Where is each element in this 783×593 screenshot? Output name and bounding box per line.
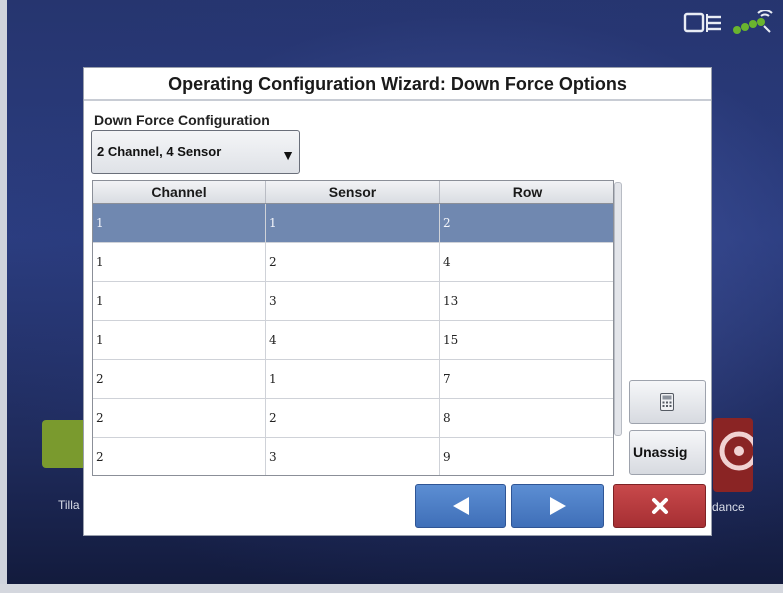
column-header-row[interactable]: Row: [439, 181, 613, 204]
cell-channel: 2: [93, 359, 266, 399]
cell-row: 8: [439, 398, 613, 438]
cell-row: 4: [439, 242, 613, 282]
cell-sensor: 2: [265, 398, 440, 438]
cell-sensor: 2: [265, 242, 440, 282]
unassign-button[interactable]: Unassig: [629, 430, 706, 475]
guidance-tile[interactable]: [713, 418, 759, 492]
table-row[interactable]: 2 1 7: [93, 359, 613, 399]
cell-sensor: 1: [265, 203, 440, 243]
dropdown-value: 2 Channel, 4 Sensor: [97, 144, 222, 159]
display-device-icon[interactable]: [683, 11, 725, 35]
cell-channel: 2: [93, 398, 266, 438]
down-force-config-dropdown[interactable]: 2 Channel, 4 Sensor ▼: [91, 130, 300, 174]
table-scrollbar[interactable]: [614, 182, 622, 436]
table-row[interactable]: 2 2 8: [93, 398, 613, 438]
wizard-dialog: Operating Configuration Wizard: Down For…: [83, 67, 712, 536]
guidance-tile-label: dance: [712, 500, 745, 514]
tillage-tile-label: Tilla: [58, 498, 80, 512]
calculator-icon: [660, 393, 674, 411]
cell-sensor: 3: [265, 437, 440, 475]
cell-channel: 1: [93, 281, 266, 321]
cell-row: 7: [439, 359, 613, 399]
unassign-label: Unassig: [633, 444, 688, 460]
table-row[interactable]: 2 3 9: [93, 437, 613, 475]
cancel-button[interactable]: [613, 484, 706, 528]
cell-channel: 1: [93, 203, 266, 243]
cell-channel: 1: [93, 242, 266, 282]
screen-frame-left: [0, 0, 7, 593]
cell-sensor: 4: [265, 320, 440, 360]
cell-channel: 1: [93, 320, 266, 360]
cell-channel: 2: [93, 437, 266, 475]
right-arrow-icon: [549, 497, 566, 515]
column-header-sensor[interactable]: Sensor: [265, 181, 440, 204]
steering-wheel-icon: [719, 431, 759, 471]
cell-row: 2: [439, 203, 613, 243]
gps-signal-icon[interactable]: [731, 10, 775, 36]
calculator-button[interactable]: [629, 380, 706, 424]
previous-button[interactable]: [415, 484, 506, 528]
close-icon: [651, 498, 668, 514]
left-arrow-icon: [452, 497, 469, 515]
cell-row: 15: [439, 320, 613, 360]
dropdown-arrow-icon: ▼: [281, 147, 295, 163]
next-button[interactable]: [511, 484, 604, 528]
down-force-config-label: Down Force Configuration: [94, 112, 270, 128]
dialog-title: Operating Configuration Wizard: Down For…: [84, 68, 711, 101]
table-row[interactable]: 1 3 13: [93, 281, 613, 321]
column-header-channel[interactable]: Channel: [93, 181, 266, 204]
cell-row: 9: [439, 437, 613, 475]
sensor-table: Channel Sensor Row 1 1 2 1 2 4 1 3 13 1 …: [92, 180, 614, 476]
status-bar: [683, 10, 775, 36]
table-row[interactable]: 1 1 2: [93, 203, 613, 243]
table-row[interactable]: 1 2 4: [93, 242, 613, 282]
cell-sensor: 3: [265, 281, 440, 321]
screen-frame-bottom: [0, 584, 783, 593]
cell-row: 13: [439, 281, 613, 321]
table-row[interactable]: 1 4 15: [93, 320, 613, 360]
cell-sensor: 1: [265, 359, 440, 399]
